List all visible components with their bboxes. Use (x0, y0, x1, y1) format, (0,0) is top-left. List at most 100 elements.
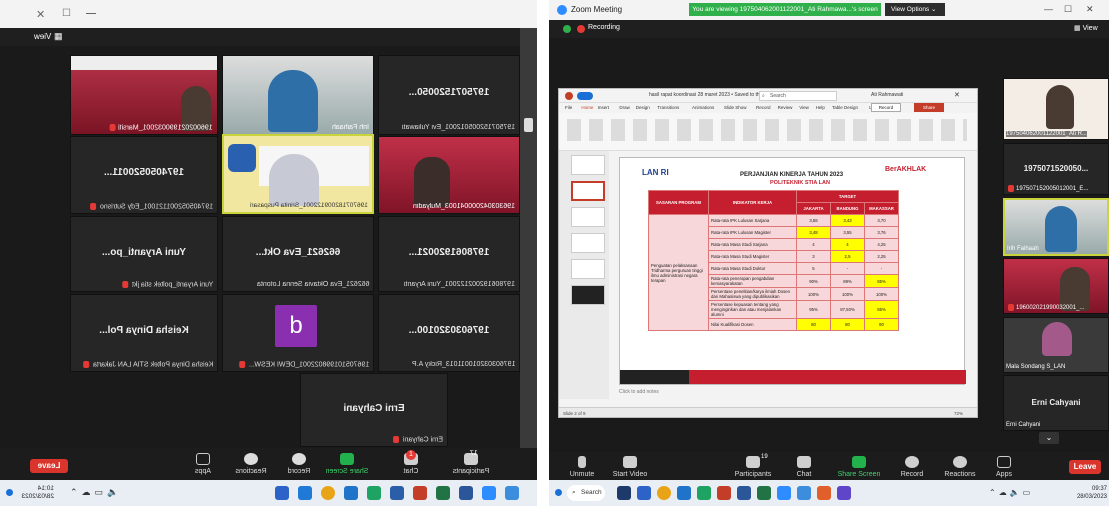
reactions-button[interactable]: Reactions (937, 456, 983, 478)
side-tile-2[interactable]: 1975071520050... 197507152005012001_E... (1003, 143, 1109, 195)
powerpoint-icon[interactable] (717, 486, 731, 500)
chevron-down-icon[interactable]: ⌄ (1039, 432, 1059, 444)
taskbar-app-icon[interactable] (617, 486, 631, 500)
close-icon[interactable]: ✕ (1086, 4, 1094, 15)
ppt-tab[interactable]: Review (778, 105, 793, 110)
zoom-icon[interactable] (482, 486, 496, 500)
reactions-button[interactable]: Reactions (228, 453, 274, 475)
slide-thumb[interactable] (571, 155, 605, 175)
taskbar-app-icon[interactable] (505, 486, 519, 500)
start-icon[interactable] (6, 489, 13, 496)
share-screen-button[interactable]: Share Screen (831, 456, 887, 478)
ppt-tab[interactable]: Help (816, 105, 825, 110)
video-tile-1[interactable]: 196002021990032001_Marsiti (70, 55, 218, 135)
scrollbar[interactable] (520, 28, 537, 478)
excel-icon[interactable] (757, 486, 771, 500)
minimize-icon[interactable] (86, 13, 96, 14)
maximize-icon[interactable]: ☐ (62, 8, 71, 19)
side-tile-3[interactable]: Irih Faihaah (1003, 198, 1109, 256)
share-screen-button[interactable]: Share Screen (324, 453, 370, 475)
side-tile-6[interactable]: Erni Cahyani Erni Cahyani (1003, 375, 1109, 431)
slide-thumb[interactable] (571, 285, 605, 305)
tray-icons[interactable]: ⌃☁🔈▭ (989, 488, 1033, 497)
video-tile-13[interactable]: Erni Cahyani Erni Cahyani (300, 373, 448, 447)
ppt-tab[interactable]: File (565, 105, 572, 110)
participants-button[interactable]: Participants (725, 456, 781, 478)
video-tile-4[interactable]: 1974050520011... 197405052001121001_Edy … (70, 136, 218, 214)
excel-icon[interactable] (436, 486, 450, 500)
taskbar-app-icon[interactable] (413, 486, 427, 500)
taskbar-app-icon[interactable] (697, 486, 711, 500)
start-icon[interactable] (555, 489, 562, 496)
taskbar-app-icon[interactable] (677, 486, 691, 500)
close-icon[interactable]: ✕ (36, 8, 45, 21)
chrome-icon[interactable] (657, 486, 671, 500)
ppt-tab[interactable]: Transitions (657, 105, 679, 110)
taskbar-app-icon[interactable] (837, 486, 851, 500)
minimize-icon[interactable]: — (1044, 4, 1053, 14)
word-icon[interactable] (737, 486, 751, 500)
zoom-level[interactable]: 72% (954, 411, 963, 416)
grid-icon[interactable]: ▦ (54, 31, 63, 42)
autosave-toggle[interactable] (577, 92, 593, 100)
scroll-down-icon[interactable] (524, 118, 533, 132)
apps-button[interactable]: Apps (981, 456, 1027, 478)
view-button[interactable]: ▦ View (1074, 24, 1098, 32)
video-tile-2[interactable]: Irih Faihaah (222, 55, 374, 135)
close-icon[interactable]: ✕ (954, 91, 960, 99)
ppt-tab[interactable]: Table Design (832, 105, 858, 110)
taskbar-app-icon[interactable] (637, 486, 651, 500)
ppt-tab[interactable]: Draw (619, 105, 630, 110)
video-tile-10[interactable]: Keisha Dinya Pol... Keisha Dinya Poltek … (70, 294, 218, 372)
start-video-button[interactable]: Start Video (607, 456, 653, 478)
ppt-tab[interactable]: Home (581, 105, 593, 110)
view-options-button[interactable]: View Options ⌄ (885, 3, 945, 16)
apps-button[interactable]: Apps (180, 453, 226, 475)
slide-canvas[interactable]: LAN RI PERJANJIAN KINERJA TAHUN 2023 POL… (619, 157, 966, 385)
ppt-record-button[interactable]: Record (871, 103, 901, 112)
taskbar-app-icon[interactable] (817, 486, 831, 500)
video-tile-3[interactable]: 1975071520050... 197507152005012001_Evi … (378, 55, 520, 135)
side-tile-5[interactable]: Mala Sondang S_LAN (1003, 317, 1109, 373)
video-tile-6[interactable]: 196303042000041003_Mulyadin (378, 136, 520, 214)
tray-icons[interactable]: ⌃☁▭🔈 (70, 487, 122, 498)
side-tile-1[interactable]: 197504062001122001_Ati R... (1003, 78, 1109, 140)
word-icon[interactable] (459, 486, 473, 500)
taskbar-search[interactable]: ⌕ Search (567, 485, 605, 501)
ppt-search[interactable]: ⌕ Search (759, 91, 837, 101)
video-tile-12[interactable]: 1976030320100... 197603032010011013_Rick… (378, 294, 520, 372)
slide-thumb[interactable] (571, 207, 605, 227)
ppt-tab[interactable]: Record (756, 105, 771, 110)
record-button[interactable]: Record (276, 453, 322, 475)
slide-thumb[interactable] (571, 259, 605, 279)
video-tile-5-active-speaker[interactable]: 196707182009122001_Srinita Puspasari (222, 134, 374, 214)
chrome-icon[interactable] (321, 486, 335, 500)
notes-placeholder[interactable]: Click to add notes (619, 389, 659, 395)
ppt-tab[interactable]: Animations (692, 105, 714, 110)
slide-thumb-active[interactable] (571, 181, 605, 201)
maximize-icon[interactable]: ☐ (1064, 4, 1072, 15)
taskbar-app-icon[interactable] (344, 486, 358, 500)
ppt-tab[interactable]: Slide Show (724, 105, 747, 110)
video-tile-8[interactable]: 662621_Eva Okt... 662621_Eva Oktavia Sen… (222, 216, 374, 292)
video-tile-7[interactable]: Yuni Aryanti_po... Yuni Aryanti_poltek s… (70, 216, 218, 292)
taskbar-app-icon[interactable] (298, 486, 312, 500)
view-label[interactable]: View (34, 32, 51, 41)
taskbar-app-icon[interactable] (797, 486, 811, 500)
chat-button[interactable]: Chat (781, 456, 827, 478)
ppt-tab[interactable]: View (799, 105, 809, 110)
leave-button[interactable]: Leave (30, 459, 68, 473)
video-tile-9[interactable]: 1978061920021... 197806192002122001_Yuni… (378, 216, 520, 292)
zoom-icon[interactable] (777, 486, 791, 500)
unmute-button[interactable]: Unmute (559, 456, 605, 478)
side-tile-4[interactable]: 196002021990032001_... (1003, 258, 1109, 314)
ppt-tab[interactable]: Design (636, 105, 650, 110)
slide-thumb[interactable] (571, 233, 605, 253)
taskbar-app-icon[interactable] (390, 486, 404, 500)
video-tile-11[interactable]: b 196705101998022001_DEWI KESW... (222, 294, 374, 372)
leave-button[interactable]: Leave (1069, 460, 1101, 474)
ribbon-icons[interactable] (567, 119, 967, 141)
ppt-share-button[interactable]: Share (914, 103, 944, 112)
taskbar-app-icon[interactable] (367, 486, 381, 500)
record-button[interactable]: Record (889, 456, 935, 478)
